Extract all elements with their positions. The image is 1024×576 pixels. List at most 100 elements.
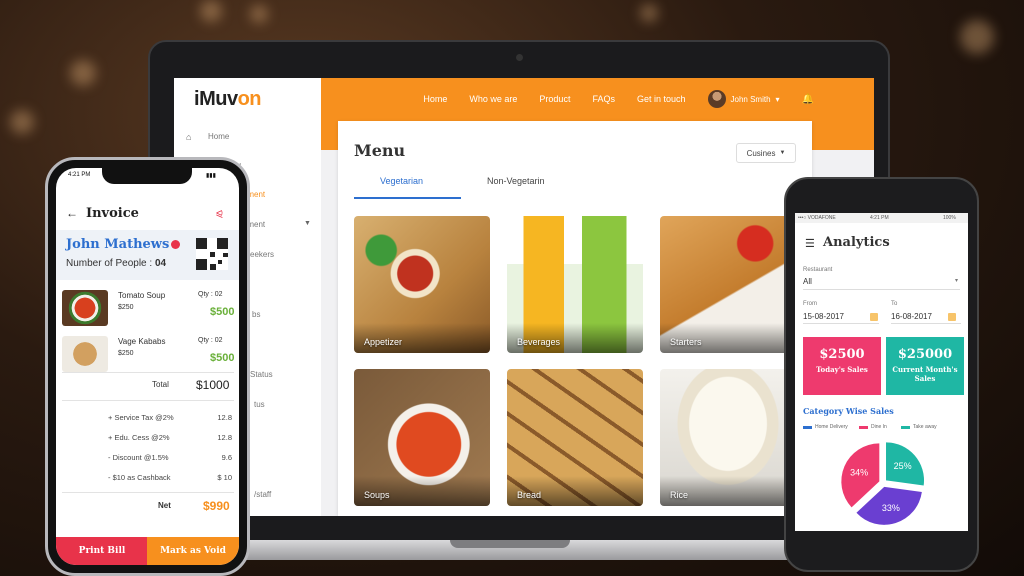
bokeh-light [960, 20, 994, 54]
menu-tile-rice[interactable]: Rice [660, 369, 796, 506]
status-carrier: •••○ VODAFONE [798, 215, 836, 221]
legend-swatch [803, 425, 812, 429]
menu-tile-bread[interactable]: Bread [507, 369, 643, 506]
bokeh-light [640, 4, 658, 22]
sidebar-item-staff[interactable]: /staff [254, 490, 271, 499]
customer-panel: John Mathews Number of People : 04 [56, 230, 239, 280]
nav-faqs[interactable]: FAQs [592, 94, 615, 104]
divider [803, 323, 879, 324]
divider [62, 492, 234, 493]
total-value: $1000 [196, 378, 230, 392]
divider [62, 372, 234, 373]
battery-icon: ▮▮▮ [206, 173, 216, 179]
food-name: Vage Kababs [118, 337, 166, 346]
nav-get-in-touch[interactable]: Get in touch [637, 94, 686, 104]
nav-home[interactable]: Home [423, 94, 447, 104]
legend-label: Take away [913, 424, 937, 430]
net-label: Net [158, 501, 171, 510]
active-tab-indicator [354, 197, 461, 199]
tab-non-vegetarian[interactable]: Non-Vegetarin [487, 176, 545, 186]
month-sales-value: $25000 [897, 347, 953, 362]
adjustment-value: 12.8 [217, 433, 232, 442]
bokeh-light [70, 60, 96, 86]
share-icon[interactable]: ⪨ [216, 206, 223, 221]
sidebar-item-jobs[interactable]: bs [252, 310, 260, 319]
phone-notch [102, 168, 192, 184]
hamburger-menu-icon[interactable]: ☰ [805, 237, 815, 250]
tile-label: Beverages [517, 337, 561, 347]
today-sales-card[interactable]: $2500 Today's Sales [803, 337, 881, 395]
sidebar-item-status-2[interactable]: tus [254, 400, 265, 409]
calendar-icon[interactable] [948, 313, 956, 321]
legend-item: Take away [901, 424, 937, 430]
nav-who-we-are[interactable]: Who we are [469, 94, 517, 104]
tile-label: Soups [364, 490, 390, 500]
tile-label: Bread [517, 490, 542, 500]
avatar [707, 90, 726, 108]
qr-code-icon[interactable] [196, 238, 228, 270]
legend-label: Home Delivery [815, 424, 848, 430]
chevron-down-icon: ▼ [779, 150, 786, 156]
print-bill-button[interactable]: Print Bill [56, 537, 148, 565]
status-bar: •••○ VODAFONE 4:21 PM 100% [795, 213, 968, 223]
net-value: $990 [203, 499, 230, 513]
food-thumbnail [62, 336, 108, 372]
legend-swatch [859, 425, 868, 429]
analytics-screen: •••○ VODAFONE 4:21 PM 100% ☰ Analytics R… [795, 213, 968, 531]
menu-tile-appetizer[interactable]: Appetizer [354, 216, 490, 353]
food-thumbnail [62, 290, 108, 326]
home-icon: ⌂ [186, 132, 192, 142]
back-arrow-icon[interactable]: ← [66, 206, 78, 220]
analytics-title: Analytics [823, 235, 890, 250]
user-menu[interactable]: John Smith ▾ [707, 90, 780, 108]
logo[interactable]: iMuvon [174, 78, 321, 120]
adjustment-value: 12.8 [217, 413, 232, 422]
sidebar-item-home[interactable]: Home [208, 132, 229, 141]
status-time: 4:21 PM [68, 172, 91, 178]
total-label: Total [152, 380, 169, 389]
today-sales-label: Today's Sales [816, 365, 868, 374]
bell-icon[interactable]: 🔔 [802, 94, 814, 105]
menu-tile-beverages[interactable]: Beverages [507, 216, 643, 353]
divider [891, 323, 961, 324]
category-chart-title: Category Wise Sales [803, 406, 894, 416]
to-date-input[interactable]: 16-08-2017 [891, 312, 932, 321]
sidebar-item-status[interactable]: Status [250, 370, 273, 379]
nav-product[interactable]: Product [539, 94, 570, 104]
cuisines-dropdown[interactable]: Cusines ▼ [736, 143, 796, 163]
divider [62, 400, 234, 401]
from-date-input[interactable]: 15-08-2017 [803, 312, 844, 321]
tile-label: Starters [670, 337, 702, 347]
legend-label: Dine In [871, 424, 887, 430]
month-sales-card[interactable]: $25000 Current Month's Sales [886, 337, 964, 395]
chevron-down-icon[interactable]: ▼ [304, 220, 311, 227]
site-header: iMuvon Home Who we are Product FAQs Get … [174, 78, 874, 120]
category-pie-chart: 34% 25% 33% [841, 442, 925, 525]
people-label: Number of People : [66, 258, 153, 269]
chevron-down-icon[interactable]: ▾ [955, 277, 958, 284]
tile-label: Rice [670, 490, 689, 500]
adjustment-label: - Discount @1.5% [108, 453, 169, 462]
sidebar-item-seekers[interactable]: eekers [250, 250, 274, 259]
calendar-icon[interactable] [870, 313, 878, 321]
tab-vegetarian[interactable]: Vegetarian [380, 176, 423, 186]
food-price: $250 [118, 304, 134, 311]
people-value: 04 [154, 258, 167, 269]
list-item: Vage Kababs $250 Qty : 02 $500 [62, 334, 234, 376]
restaurant-label: Restaurant [803, 267, 833, 273]
status-time: 4:21 PM [870, 215, 889, 221]
adjustment-row: - $10 as Cashback $ 10 [108, 473, 232, 482]
menu-tile-soups[interactable]: Soups [354, 369, 490, 506]
invoice-header: ← Invoice ⪨ [56, 198, 239, 228]
laptop-notch [450, 540, 570, 548]
food-qty: Qty : 02 [198, 291, 223, 298]
logo-text: iMuvon [194, 88, 262, 111]
status-dot-icon [171, 240, 180, 249]
food-price: $250 [118, 350, 134, 357]
invoice-screen: 4:21 PM ▮▮▮ ← Invoice ⪨ John Mathews Num… [56, 168, 239, 565]
restaurant-select[interactable]: All [803, 277, 812, 286]
people-count: Number of People : 04 [66, 258, 166, 269]
customer-name: John Mathews [66, 237, 170, 252]
mark-as-void-button[interactable]: Mark as Void [147, 537, 239, 565]
menu-tile-starters[interactable]: Starters [660, 216, 796, 353]
